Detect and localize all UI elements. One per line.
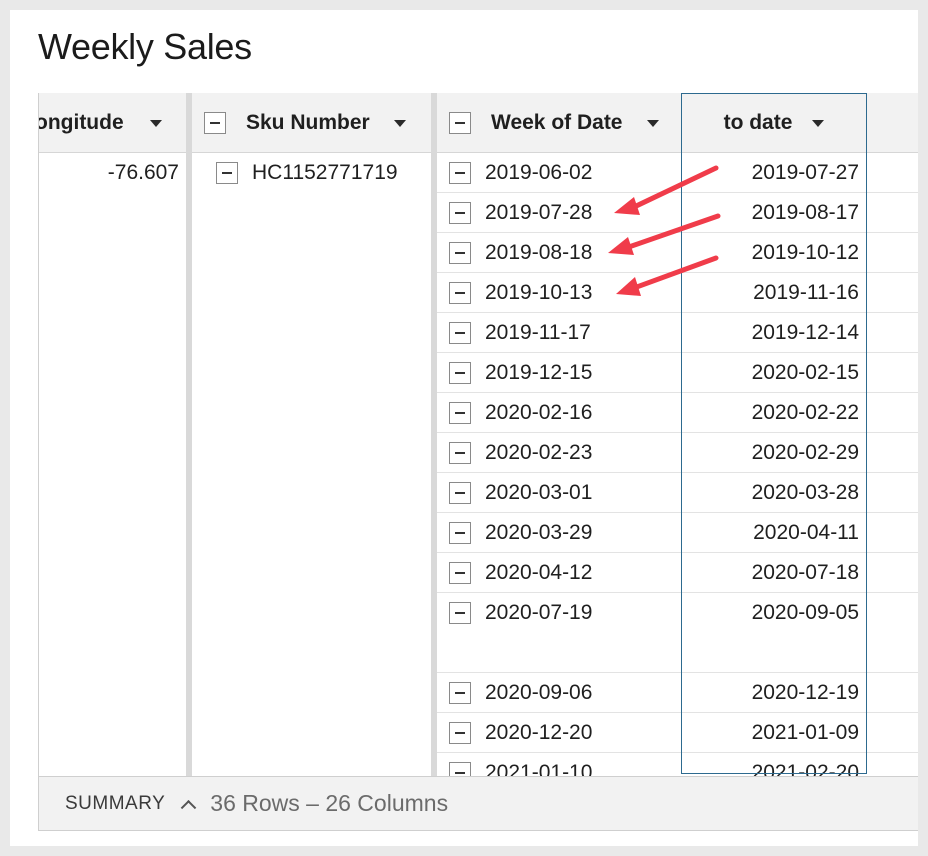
collapse-icon[interactable] [449,682,471,704]
summary-bar: SUMMARY 36 Rows – 26 Columns [38,776,918,831]
data-grid: ongitude Sku Number Week of Date to date… [38,93,918,776]
week-of-date-cell[interactable]: 2020-04-12 [449,553,592,593]
column-header-label: ongitude [38,111,124,134]
to-date-cell[interactable]: 2019-08-17 [681,193,859,233]
week-of-date-value: 2020-03-01 [485,481,593,504]
week-of-date-cell[interactable]: 2020-02-23 [449,433,592,473]
caret-down-icon[interactable] [646,119,659,127]
week-of-date-value: 2019-12-15 [485,361,593,384]
week-of-date-value: 2020-03-29 [485,521,593,544]
collapse-icon[interactable] [449,162,471,184]
to-date-cell[interactable]: 2019-07-27 [681,153,859,193]
week-of-date-cell[interactable]: 2019-08-18 [449,233,592,273]
column-header-sku-number[interactable]: Sku Number [204,93,431,153]
to-date-cell[interactable]: 2020-04-11 [681,513,859,553]
collapse-icon[interactable] [449,362,471,384]
to-date-cell[interactable]: 2019-11-16 [681,273,859,313]
collapse-icon[interactable] [449,442,471,464]
to-date-cell[interactable]: 2020-02-22 [681,393,859,433]
to-date-cell[interactable]: 2021-01-09 [681,713,859,753]
to-date-cell[interactable]: 2019-12-14 [681,313,859,353]
collapse-icon[interactable] [449,202,471,224]
caret-down-icon[interactable] [812,119,825,127]
week-of-date-cell[interactable]: 2019-06-02 [449,153,592,193]
week-of-date-cell[interactable]: 2019-07-28 [449,193,592,233]
to-date-cell[interactable]: 2020-02-29 [681,433,859,473]
column-header-label: Week of Date [491,111,623,134]
week-of-date-value: 2019-07-28 [485,201,593,224]
week-of-date-cell[interactable]: 2020-09-06 [449,673,592,713]
collapse-icon[interactable] [216,162,238,184]
week-of-date-value: 2019-06-02 [485,161,593,184]
collapse-icon[interactable] [449,522,471,544]
to-date-cell[interactable]: 2020-09-05 [681,593,859,633]
column-header-label: Sku Number [246,111,370,134]
week-of-date-cell[interactable]: 2020-03-01 [449,473,592,513]
week-of-date-cell[interactable]: 2020-07-19 [449,593,592,633]
sku-value: HC1152771719 [252,161,398,184]
week-of-date-cell[interactable]: 2020-02-16 [449,393,592,433]
week-of-date-value: 2019-11-17 [485,321,591,344]
column-header-longitude[interactable]: ongitude [39,93,186,153]
column-header-to-date[interactable]: to date [681,93,867,153]
collapse-icon[interactable] [449,242,471,264]
to-date-cell[interactable]: 2021-02-20 [681,753,859,776]
week-of-date-value: 2021-01-10 [485,761,593,776]
panel-title: Weekly Sales [38,26,252,67]
column-header-week-of-date[interactable]: Week of Date [449,93,681,153]
collapse-icon[interactable] [449,112,471,134]
week-of-date-cell[interactable]: 2019-11-17 [449,313,591,353]
week-of-date-value: 2020-04-12 [485,561,593,584]
week-of-date-cell[interactable]: 2019-10-13 [449,273,592,313]
week-of-date-value: 2020-07-19 [485,601,593,624]
week-of-date-value: 2019-08-18 [485,241,593,264]
caret-down-icon[interactable] [149,119,162,127]
to-date-cell[interactable]: 2020-07-18 [681,553,859,593]
collapse-icon[interactable] [449,322,471,344]
collapse-icon[interactable] [449,722,471,744]
to-date-cell[interactable]: 2019-10-12 [681,233,859,273]
chevron-up-icon[interactable] [181,799,197,816]
week-of-date-value: 2019-10-13 [485,281,593,304]
column-group-divider[interactable] [431,93,437,776]
collapse-icon[interactable] [449,402,471,424]
week-of-date-cell[interactable]: 2019-12-15 [449,353,592,393]
to-date-cell[interactable]: 2020-03-28 [681,473,859,513]
column-group-divider[interactable] [186,93,192,776]
collapse-icon[interactable] [449,562,471,584]
collapse-icon[interactable] [449,762,471,776]
week-of-date-cell[interactable]: 2020-03-29 [449,513,592,553]
week-of-date-value: 2020-12-20 [485,721,593,744]
to-date-cell[interactable]: 2020-02-15 [681,353,859,393]
caret-down-icon[interactable] [393,119,406,127]
collapse-icon[interactable] [204,112,226,134]
week-of-date-value: 2020-09-06 [485,681,593,704]
week-of-date-value: 2020-02-16 [485,401,593,424]
sku-cell[interactable]: HC1152771719 [216,153,398,193]
to-date-cell[interactable]: 2020-12-19 [681,673,859,713]
column-header-label: to date [723,111,793,134]
summary-toggle[interactable]: SUMMARY [65,793,165,815]
week-of-date-cell[interactable]: 2021-01-10 [449,753,592,776]
weekly-sales-panel: Weekly Sales ongitude Sku Number Week of… [10,10,918,846]
collapse-icon[interactable] [449,602,471,624]
week-of-date-value: 2020-02-23 [485,441,593,464]
collapse-icon[interactable] [449,482,471,504]
longitude-cell[interactable]: -76.607 [99,153,179,193]
row-column-count: 36 Rows – 26 Columns [210,790,449,816]
week-of-date-cell[interactable]: 2020-12-20 [449,713,592,753]
collapse-icon[interactable] [449,282,471,304]
